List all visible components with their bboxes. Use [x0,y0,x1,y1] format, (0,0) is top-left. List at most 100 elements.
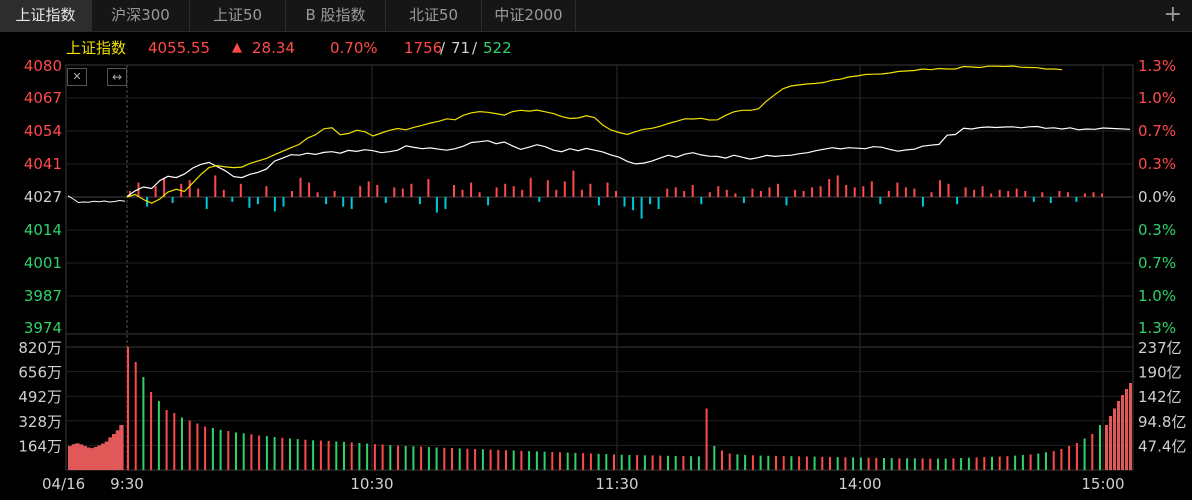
volume-bar [921,458,924,470]
momentum-bar [640,197,643,219]
momentum-bar [487,197,490,206]
pre-session-volume-bar [93,446,98,470]
momentum-bar [708,192,711,197]
intraday-chart: 4080 4067 4054 4041 4027 4014 4001 3987 3974 1.3%… [18,57,1186,493]
tab-b-share-index[interactable]: B 股指数 [286,0,386,31]
volume-bar [1021,455,1024,470]
add-tab-icon[interactable]: + [1164,0,1182,31]
volume-bar [937,458,939,470]
close-icon[interactable]: ✕ [67,68,87,86]
momentum-bar [563,181,566,197]
pre-session-volume-bar [119,425,124,470]
price-tick-label: 4014 [24,221,62,239]
momentum-bar [512,186,515,197]
volume-bar [551,452,554,470]
momentum-bar [623,197,626,207]
momentum-bar [529,177,532,197]
momentum-bar [180,183,183,197]
volume-bar [690,456,693,470]
momentum-bar [1075,197,1078,202]
index-tab-bar: 上证指数 沪深300 上证50 B 股指数 北证50 中证2000 + [0,0,1192,32]
momentum-bar [478,192,481,197]
tab-sse50[interactable]: 上证50 [190,0,286,31]
pre-session-volume-bar [108,437,113,470]
volume-bar [875,457,878,470]
closing-auction-volume-bar [1109,416,1112,470]
volume-bar [404,446,407,470]
time-tick-label: 14:00 [838,475,881,493]
volume-bar [805,456,808,470]
volume-bar [829,456,831,470]
momentum-bar [597,197,600,206]
momentum-bar [1015,188,1018,197]
volume-bar [913,458,916,470]
pre-session-volume-bar [71,444,76,470]
volume-bar [775,455,777,470]
volume-bar [836,457,839,470]
momentum-bar [291,191,293,197]
momentum-bar [742,197,745,203]
momentum-bar [325,197,328,205]
momentum-bar [606,182,609,197]
volume-bar [944,458,947,470]
momentum-bar [504,183,507,197]
volume-bar [705,408,708,470]
volume-bar [798,456,801,470]
momentum-bar [256,197,259,205]
momentum-bar [811,187,814,197]
price-tick-label: 4080 [24,57,62,75]
pct-tick-label: 1.0% [1138,89,1176,107]
momentum-bar [887,191,890,197]
pct-tick-label: 0.7% [1138,254,1176,272]
volume-bar [381,444,384,470]
volume-bar [929,458,932,470]
momentum-bar [879,197,882,205]
momentum-bar [427,179,430,197]
volume-bar [227,431,230,470]
volume-bar [975,457,978,470]
momentum-bar [265,186,268,197]
volume-bar [582,453,585,470]
tab-csi300[interactable]: 沪深300 [92,0,190,31]
pre-session-volume-bar [86,447,91,470]
momentum-bar [1049,197,1052,203]
volume-bar [296,439,299,470]
momentum-bar [777,183,779,197]
momentum-bar [683,191,686,197]
momentum-bar [657,197,660,209]
pre-session-volume-bar [101,443,106,470]
tab-bse50[interactable]: 北证50 [386,0,482,31]
volume-bar [674,455,677,470]
volume-bar [852,457,855,470]
momentum-bar [1101,193,1103,197]
volume-bar [466,448,469,470]
volume-bar [1029,454,1032,470]
expand-horizontal-icon[interactable]: ↔ [107,68,127,86]
momentum-bar [282,197,285,207]
price-tick-label: 4041 [24,155,62,173]
breadth-separator: / [472,39,478,57]
price-tick-label: 4067 [24,89,62,107]
volume-bar [235,432,237,470]
volume-bar [697,456,700,470]
momentum-bar [990,193,993,197]
momentum-bar [819,186,822,197]
momentum-bar [751,188,754,197]
volume-bar [898,458,901,470]
volume-bar [1068,446,1071,470]
volume-bar [844,457,847,471]
tab-sse-composite[interactable]: 上证指数 [0,0,92,31]
volume-bar [420,446,423,470]
volume-bar [574,452,577,470]
momentum-bar [393,187,396,197]
time-tick-label: 04/16 [42,475,85,493]
volume-bar [813,456,816,470]
index-change: 28.34 [252,39,295,57]
index-price: 4055.55 [148,39,211,57]
tab-csi2000[interactable]: 中证2000 [482,0,576,31]
volume-bar [859,457,862,470]
volume-bar [659,455,662,470]
volume-tick-label: 164万 [18,437,62,455]
volume-bar [736,454,739,471]
volume-bar [759,455,762,470]
